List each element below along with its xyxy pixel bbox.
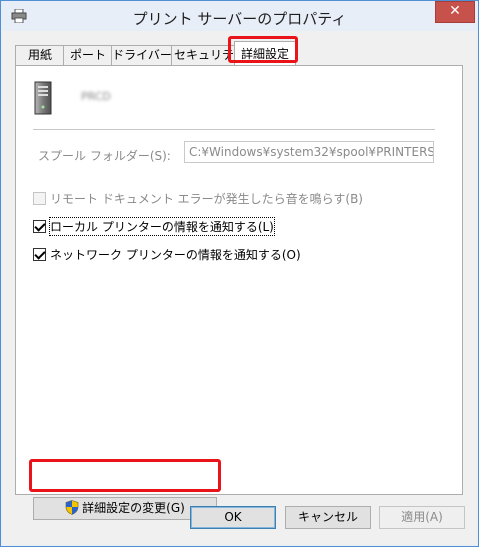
- advanced-tab-panel: PRCD スプール フォルダー(S): C:¥Windows¥system32¥…: [15, 65, 463, 520]
- properties-window: プリント サーバーのプロパティ ✕ 用紙 ポート ドライバー セキュリティ 詳細…: [0, 0, 479, 547]
- tab-security[interactable]: セキュリティ: [171, 45, 237, 81]
- server-icon: [34, 81, 52, 115]
- notify-network-checkbox[interactable]: [33, 247, 46, 261]
- title-bar[interactable]: プリント サーバーのプロパティ ✕: [1, 1, 478, 31]
- beep-checkbox-row: リモート ドキュメント エラーが発生したら音を鳴らす(B): [33, 190, 363, 206]
- notify-local-label[interactable]: ローカル プリンターの情報を通知する(L): [49, 216, 275, 236]
- window-title: プリント サーバーのプロパティ: [132, 10, 347, 28]
- tab-paper[interactable]: 用紙: [15, 45, 65, 65]
- cancel-button[interactable]: キャンセル: [285, 506, 371, 529]
- tab-drivers[interactable]: ドライバー: [111, 45, 173, 65]
- notify-local-checkbox[interactable]: [33, 219, 46, 233]
- server-name: PRCD: [81, 90, 111, 103]
- apply-button: 適用(A): [379, 506, 465, 529]
- beep-checkbox: [33, 191, 46, 205]
- close-icon: ✕: [449, 3, 461, 19]
- spool-folder-field: C:¥Windows¥system32¥spool¥PRINTERS: [184, 141, 434, 163]
- ok-button[interactable]: OK: [190, 506, 276, 529]
- beep-label: リモート ドキュメント エラーが発生したら音を鳴らす(B): [50, 191, 363, 206]
- uac-shield-icon: [65, 500, 79, 515]
- divider: [33, 129, 435, 130]
- tab-ports[interactable]: ポート: [63, 45, 113, 65]
- dialog-client-area: 用紙 ポート ドライバー セキュリティ 詳細設定: [2, 31, 477, 545]
- change-advanced-settings-label: 詳細設定の変更(G): [82, 501, 185, 515]
- notify-network-label[interactable]: ネットワーク プリンターの情報を通知する(O): [50, 246, 301, 263]
- notify-network-row[interactable]: ネットワーク プリンターの情報を通知する(O): [33, 246, 301, 262]
- close-button[interactable]: ✕: [435, 1, 475, 23]
- notify-local-row[interactable]: ローカル プリンターの情報を通知する(L): [33, 216, 275, 236]
- spool-folder-label: スプール フォルダー(S):: [38, 149, 171, 163]
- tab-advanced[interactable]: 詳細設定: [234, 41, 296, 66]
